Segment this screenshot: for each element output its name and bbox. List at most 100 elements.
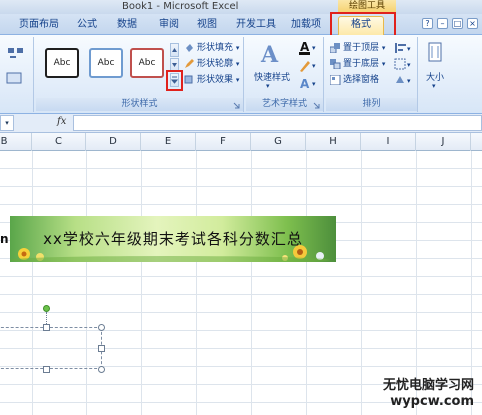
window-title: Book1 - Microsoft Excel xyxy=(122,1,239,12)
size-group: 大小 ▾ xyxy=(420,37,450,112)
svg-text:▾: ▾ xyxy=(312,62,316,70)
tab-developer[interactable]: 开发工具 xyxy=(230,17,282,34)
gallery-scroll-up[interactable] xyxy=(170,43,179,57)
shape-effects-label: 形状效果 xyxy=(197,75,234,85)
align-icon[interactable]: ▾ xyxy=(394,42,414,54)
column-header-d[interactable]: D xyxy=(86,133,141,151)
resize-handle-top-right[interactable] xyxy=(98,324,105,331)
title-banner-image[interactable]: xx学校六年级期末考试各科分数汇总 xyxy=(10,216,336,262)
column-header-i[interactable]: I xyxy=(361,133,416,151)
selection-pane-button[interactable]: 选择窗格 xyxy=(330,73,379,88)
bring-to-front-button[interactable]: 置于顶层 ▾ xyxy=(330,41,385,56)
send-back-icon xyxy=(330,58,341,69)
column-header-j[interactable]: J xyxy=(416,133,471,151)
resize-handle-bottom-right[interactable] xyxy=(98,366,105,373)
wordart-styles-group: A 快速样式 ▾ A ▾ ▾ A ▾ 艺术字样式 xyxy=(246,37,324,112)
arrow-up-icon xyxy=(172,48,177,52)
minimize-icon[interactable]: – xyxy=(437,18,448,29)
quick-styles-label[interactable]: 快速样式 xyxy=(250,70,294,83)
tab-format[interactable]: 格式 xyxy=(338,16,384,35)
tab-view[interactable]: 视图 xyxy=(190,17,224,34)
selected-rectangle-shape[interactable] xyxy=(0,327,102,369)
shapes-icon[interactable] xyxy=(6,45,26,61)
rotate-icon[interactable]: ▾ xyxy=(394,74,414,86)
shape-outline-button[interactable]: 形状轮廓 ▾ xyxy=(184,57,239,72)
column-header-c[interactable]: C xyxy=(32,133,86,151)
quick-styles-icon[interactable]: A xyxy=(259,41,285,67)
cell-text-fragment: n xyxy=(0,232,9,246)
shape-style-blue[interactable]: Abc xyxy=(89,48,123,78)
column-header-f[interactable]: F xyxy=(196,133,251,151)
restore-icon[interactable]: □ xyxy=(452,18,463,29)
tab-formulas[interactable]: 公式 xyxy=(70,17,104,34)
svg-text:A: A xyxy=(300,40,310,54)
quick-styles-dropdown[interactable]: ▾ xyxy=(266,82,270,90)
shape-fill-label: 形状填充 xyxy=(197,43,234,53)
send-to-back-button[interactable]: 置于底层 ▾ xyxy=(330,57,385,72)
resize-handle-bottom[interactable] xyxy=(43,366,50,373)
svg-text:▾: ▾ xyxy=(407,61,411,69)
shape-style-red[interactable]: Abc xyxy=(130,48,164,78)
effects-icon xyxy=(184,75,193,83)
dialog-launcher-icon[interactable] xyxy=(233,102,240,109)
gallery-scroll-down[interactable] xyxy=(170,58,179,72)
banner-title-text: xx学校六年级期末考试各科分数汇总 xyxy=(43,230,303,248)
worksheet-grid[interactable] xyxy=(0,151,482,415)
svg-text:▾: ▾ xyxy=(407,45,411,53)
insert-function-button[interactable]: fx xyxy=(57,116,66,127)
edit-shape-icon[interactable] xyxy=(6,71,26,85)
svg-text:A: A xyxy=(300,77,310,91)
rotation-handle[interactable] xyxy=(43,305,50,312)
resize-handle-right[interactable] xyxy=(98,345,105,352)
tab-add-ins[interactable]: 加载项 xyxy=(284,17,328,34)
watermark-line-1: 无忧电脑学习网 xyxy=(382,378,474,393)
column-header-b[interactable]: B xyxy=(0,133,32,151)
shape-effects-button[interactable]: 形状效果 ▾ xyxy=(184,73,239,88)
drawing-tools-context-label: 绘图工具 xyxy=(338,0,396,14)
title-bar: Book1 - Microsoft Excel 绘图工具 xyxy=(0,0,482,14)
size-icon[interactable] xyxy=(425,41,445,65)
column-headers: B C D E F G H I J xyxy=(0,133,482,151)
shape-styles-group: Abc Abc Abc 形状填充 ▾ 形状轮廓 ▾ 形状效果 ▾ 形状样式 xyxy=(36,37,244,112)
formula-input[interactable] xyxy=(73,115,482,131)
svg-text:A: A xyxy=(260,42,279,67)
tab-page-layout[interactable]: 页面布局 xyxy=(16,17,62,34)
arrow-down-icon xyxy=(172,63,177,67)
pencil-icon xyxy=(185,58,194,68)
watermark-line-2: wypcw.com xyxy=(390,394,474,409)
tab-data[interactable]: 数据 xyxy=(110,17,144,34)
more-icon xyxy=(171,76,178,84)
shape-outline-label: 形状轮廓 xyxy=(197,59,234,69)
bring-front-icon xyxy=(330,42,340,53)
arrange-group: 置于顶层 ▾ 置于底层 ▾ 选择窗格 ▾ ▾ ▾ 排列 xyxy=(326,37,418,112)
text-fill-icon[interactable]: A ▾ xyxy=(298,40,320,56)
column-header-h[interactable]: H xyxy=(306,133,361,151)
gallery-more-button[interactable] xyxy=(170,73,179,87)
text-effects-icon[interactable]: A ▾ xyxy=(298,76,320,92)
group-icon[interactable]: ▾ xyxy=(394,58,414,70)
wordart-dialog-launcher-icon[interactable] xyxy=(313,102,320,109)
size-dropdown[interactable]: ▾ xyxy=(432,82,436,90)
column-header-g[interactable]: G xyxy=(251,133,306,151)
ribbon: Abc Abc Abc 形状填充 ▾ 形状轮廓 ▾ 形状效果 ▾ 形状样式 A … xyxy=(0,35,482,114)
shape-fill-button[interactable]: 形状填充 ▾ xyxy=(184,41,239,56)
shape-style-black[interactable]: Abc xyxy=(45,48,79,78)
svg-text:▾: ▾ xyxy=(407,77,411,85)
text-outline-icon[interactable]: ▾ xyxy=(298,58,320,74)
paint-bucket-icon xyxy=(186,43,193,52)
name-box-dropdown[interactable]: ▾ xyxy=(0,115,14,131)
help-icon[interactable]: ? xyxy=(422,18,433,29)
send-back-label: 置于底层 xyxy=(343,59,380,69)
bring-front-label: 置于顶层 xyxy=(343,43,380,53)
wordart-styles-label: 艺术字样式 xyxy=(246,98,323,111)
formula-bar: ▾ fx xyxy=(0,114,482,133)
resize-handle-top[interactable] xyxy=(43,324,50,331)
window-controls: ? – □ × xyxy=(422,18,478,29)
column-header-e[interactable]: E xyxy=(141,133,196,151)
svg-text:▾: ▾ xyxy=(312,44,316,52)
close-icon[interactable]: × xyxy=(467,18,478,29)
tab-review[interactable]: 审阅 xyxy=(152,17,186,34)
selection-pane-label: 选择窗格 xyxy=(343,75,380,85)
watermark: 无忧电脑学习网 wypcw.com xyxy=(383,378,474,410)
shape-styles-label: 形状样式 xyxy=(36,98,243,111)
